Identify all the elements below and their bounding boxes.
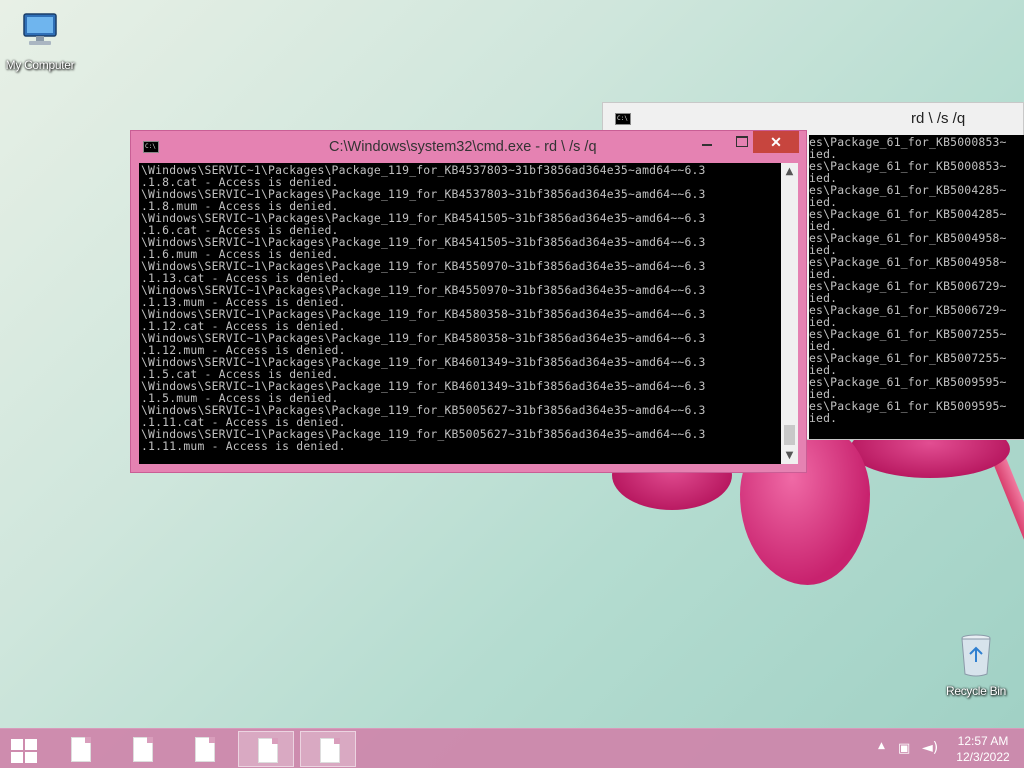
document-icon — [320, 738, 340, 763]
console-output[interactable]: es\Package_61_for_KB5000853~ ied. es\Packa… — [809, 135, 1024, 439]
console-line: es\Package_61_for_KB5004285~ — [809, 183, 1007, 197]
console-window-active[interactable]: C:\ C:\Windows\system32\cmd.exe - rd \ /… — [130, 130, 807, 473]
console-line: es\Package_61_for_KB5004958~ — [809, 255, 1007, 269]
minimize-button[interactable] — [691, 131, 723, 153]
computer-icon — [23, 13, 57, 45]
document-icon — [195, 737, 215, 762]
clock-date: 12/3/2022 — [956, 750, 1010, 764]
console-lines: \Windows\SERVIC~1\Packages\Package_119_f… — [141, 164, 781, 452]
scrollbar-thumb[interactable] — [784, 425, 795, 445]
window-title: C:\Windows\system32\cmd.exe - rd \ /s /q — [329, 139, 597, 155]
document-icon — [133, 737, 153, 762]
console-line: ied. — [809, 411, 838, 425]
console-line: es\Package_61_for_KB5006729~ — [809, 303, 1007, 317]
desktop-icon-label: My Computer — [5, 58, 75, 72]
close-button[interactable]: ✕ — [753, 131, 799, 153]
taskbar-button[interactable] — [52, 731, 108, 767]
desktop-icon-label: Recycle Bin — [945, 684, 1007, 698]
taskbar-button[interactable] — [176, 731, 232, 767]
clock-time: 12:57 AM — [957, 734, 1009, 748]
console-line: es\Package_61_for_KB5004285~ — [809, 207, 1007, 221]
console-line: .1.11.mum - Access is denied. — [141, 439, 346, 453]
taskbar-clock[interactable]: 12:57 AM 12/3/2022 — [948, 733, 1018, 765]
console-line: es\Package_61_for_KB5009595~ — [809, 375, 1007, 389]
console-line: es\Package_61_for_KB5000853~ — [809, 135, 1007, 149]
vertical-scrollbar[interactable]: ▲ ▼ — [781, 163, 798, 464]
start-button[interactable] — [8, 737, 40, 763]
show-hidden-icons-icon[interactable]: ▲ — [878, 741, 885, 751]
console-line: es\Package_61_for_KB5004958~ — [809, 231, 1007, 245]
desktop-icon-recycle-bin[interactable]: Recycle Bin — [936, 632, 1016, 698]
recycle-bin-icon — [961, 634, 991, 677]
window-title: rd \ /s /q — [911, 110, 966, 127]
scroll-down-icon[interactable]: ▼ — [781, 447, 798, 464]
volume-icon[interactable]: ◄) — [922, 740, 938, 756]
taskbar-button[interactable] — [114, 731, 170, 767]
system-tray: ▲ ▣ ◄) 12:57 AM 12/3/2022 — [864, 729, 1024, 768]
console-line: es\Package_61_for_KB5000853~ — [809, 159, 1007, 173]
console-line: es\Package_61_for_KB5009595~ — [809, 399, 1007, 413]
console-line: es\Package_61_for_KB5007255~ — [809, 351, 1007, 365]
taskbar-button[interactable] — [238, 731, 294, 767]
window-titlebar[interactable]: C:\ C:\Windows\system32\cmd.exe - rd \ /… — [131, 131, 806, 163]
console-line: es\Package_61_for_KB5006729~ — [809, 279, 1007, 293]
desktop-icon-my-computer[interactable]: My Computer — [0, 8, 80, 72]
console-line: es\Package_61_for_KB5007255~ — [809, 327, 1007, 341]
console-icon: C:\ — [615, 113, 631, 125]
console-icon: C:\ — [143, 141, 159, 153]
network-icon[interactable]: ▣ — [898, 741, 910, 756]
taskbar: ▲ ▣ ◄) 12:57 AM 12/3/2022 — [0, 728, 1024, 768]
taskbar-button[interactable] — [300, 731, 356, 767]
document-icon — [258, 738, 278, 763]
console-lines: es\Package_61_for_KB5000853~ ied. es\Packa… — [809, 136, 1024, 424]
document-icon — [71, 737, 91, 762]
windows-logo-icon — [11, 739, 23, 750]
console-output[interactable]: \Windows\SERVIC~1\Packages\Package_119_f… — [139, 163, 781, 464]
scroll-up-icon[interactable]: ▲ — [781, 163, 798, 180]
